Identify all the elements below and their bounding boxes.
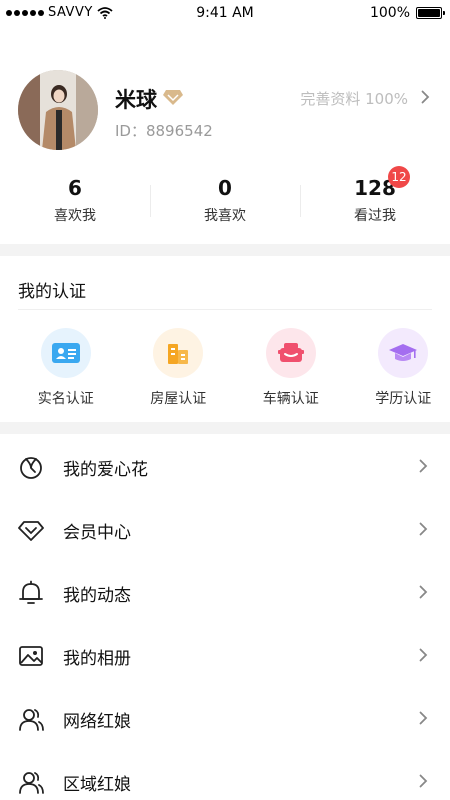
menu-item-regional-matchmaker[interactable]: 区域红娘 <box>0 750 450 800</box>
user-name: 米球 <box>115 88 157 112</box>
cert-label: 车辆认证 <box>262 391 319 407</box>
certification-list: 实名认证 房屋认证 车辆认证 学历认证 <box>0 328 450 408</box>
stat-label: 喜欢我 <box>54 208 96 224</box>
stat-i-like[interactable]: 0 我喜欢 <box>150 175 300 231</box>
stat-value: 6 <box>68 176 82 200</box>
menu-label: 会员中心 <box>63 523 131 543</box>
chevron-right-icon <box>419 711 428 725</box>
menu-item-member-center[interactable]: 会员中心 <box>0 498 450 561</box>
cert-label: 实名认证 <box>37 391 94 407</box>
menu-item-love-flower[interactable]: 我的爱心花 <box>0 435 450 498</box>
chevron-right-icon[interactable] <box>421 90 430 104</box>
menu-label: 我的爱心花 <box>63 460 148 480</box>
bell-icon <box>19 580 43 604</box>
divider <box>18 309 432 310</box>
chevron-right-icon <box>419 774 428 788</box>
cert-label: 学历认证 <box>375 391 432 407</box>
menu-label: 我的相册 <box>63 649 131 669</box>
stat-likes-me[interactable]: 6 喜欢我 <box>0 175 150 231</box>
menu-label: 我的动态 <box>63 586 131 606</box>
cert-label: 房屋认证 <box>150 391 207 407</box>
menu-item-online-matchmaker[interactable]: 网络红娘 <box>0 687 450 750</box>
stat-value: 0 <box>218 176 232 200</box>
battery-percent: 100% <box>369 5 410 21</box>
status-bar: SAVVY 9:41 AM 100% <box>0 0 450 28</box>
cert-icon-wrap <box>40 328 91 378</box>
matchmaker-icon <box>19 772 44 794</box>
menu-item-my-posts[interactable]: 我的动态 <box>0 561 450 624</box>
battery-status: 100% <box>369 5 445 21</box>
stat-viewed-me[interactable]: 128 看过我 <box>300 175 450 231</box>
graduation-cap-icon <box>389 344 418 361</box>
diamond-icon <box>18 521 44 541</box>
vip-diamond-icon <box>163 90 183 105</box>
cert-education[interactable]: 学历认证 <box>357 328 450 408</box>
car-icon <box>277 343 304 362</box>
profile-header[interactable]: 米球 ID：8896542 完善资料 100% <box>0 70 450 150</box>
profile-complete-link[interactable]: 完善资料 100% <box>300 88 408 109</box>
cert-icon-wrap <box>378 328 429 378</box>
section-divider <box>0 422 450 434</box>
matchmaker-icon <box>19 709 44 731</box>
cert-vehicle[interactable]: 车辆认证 <box>244 328 338 408</box>
user-id: ID：8896542 <box>115 122 213 140</box>
building-icon <box>168 344 189 364</box>
stats-row: 6 喜欢我 0 我喜欢 128 看过我 <box>0 175 450 231</box>
id-card-icon <box>51 343 80 363</box>
cert-icon-wrap <box>265 328 316 378</box>
flower-icon <box>20 457 42 479</box>
menu-label: 区域红娘 <box>63 775 131 795</box>
menu-item-my-album[interactable]: 我的相册 <box>0 624 450 687</box>
avatar[interactable] <box>18 70 98 150</box>
menu-label: 网络红娘 <box>63 712 131 732</box>
cert-real-name[interactable]: 实名认证 <box>19 328 113 408</box>
stat-label: 我喜欢 <box>204 208 246 224</box>
notification-badge: 12 <box>388 166 410 188</box>
chevron-right-icon <box>419 522 428 536</box>
cert-icon-wrap <box>153 328 204 378</box>
stat-value: 128 <box>354 176 396 200</box>
chevron-right-icon <box>419 648 428 662</box>
certification-title: 我的认证 <box>18 282 86 302</box>
stat-label: 看过我 <box>354 208 396 224</box>
cert-house[interactable]: 房屋认证 <box>132 328 226 408</box>
menu-list: 我的爱心花 会员中心 我的动态 我的相册 网络红娘 区域红娘 <box>0 435 450 800</box>
chevron-right-icon <box>419 585 428 599</box>
battery-icon <box>416 7 445 19</box>
section-divider <box>0 244 450 256</box>
photo-icon <box>19 646 43 666</box>
chevron-right-icon <box>419 459 428 473</box>
